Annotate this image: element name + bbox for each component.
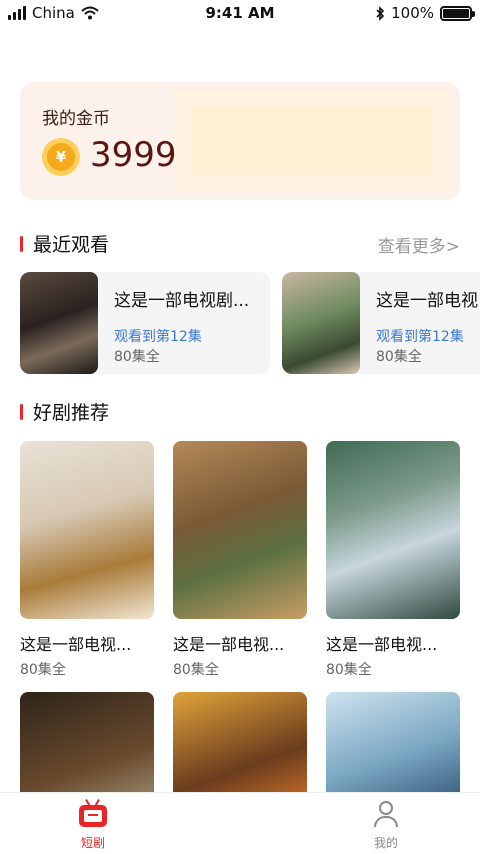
bluetooth-icon: [376, 5, 385, 21]
battery-icon: [440, 5, 475, 21]
recent-card[interactable]: 这是一部电视剧... 观看到第12集 80集全: [20, 272, 270, 374]
drama-name: 这是一部电视...: [173, 635, 285, 654]
recommend-title: 好剧推荐: [33, 402, 110, 424]
episode-count: 80集全: [376, 349, 422, 365]
drama-poster: [20, 441, 154, 619]
episode-count: 80集全: [20, 662, 66, 678]
watch-progress: 观看到第12集: [376, 329, 464, 345]
episode-count: 80集全: [114, 349, 160, 365]
tab-label: 我的: [373, 836, 398, 850]
recent-card[interactable]: 这是一部电视 观看到第12集 80集全: [282, 272, 480, 374]
watch-progress: 观看到第12集: [114, 329, 202, 345]
drama-card[interactable]: 这是一部电视... 80集全: [20, 441, 154, 679]
recommend-section-header: 好剧推荐: [20, 398, 109, 425]
drama-poster: [282, 272, 360, 374]
coin-balance: 3999: [90, 135, 177, 175]
wifi-icon: [81, 6, 99, 20]
tv-icon: [78, 799, 108, 829]
drama-card[interactable]: 这是一部电视... 80集全: [173, 441, 307, 679]
tab-label: 短剧: [80, 836, 105, 850]
recent-title: 最近观看: [33, 234, 110, 256]
drama-name: 这是一部电视: [376, 291, 478, 311]
coin-banner: [174, 90, 450, 192]
drama-poster: [173, 441, 307, 619]
drama-name: 这是一部电视...: [20, 635, 132, 654]
tab-bar: 短剧 我的: [0, 792, 480, 854]
episode-count: 80集全: [326, 662, 372, 678]
signal-icon: [8, 6, 26, 20]
coin-icon: ¥: [42, 138, 80, 176]
drama-poster: [326, 441, 460, 619]
section-marker: [20, 235, 23, 252]
drama-name: 这是一部电视剧...: [114, 291, 250, 311]
coin-title: 我的金币: [42, 109, 110, 129]
drama-name: 这是一部电视...: [326, 635, 438, 654]
tab-short-drama[interactable]: 短剧: [43, 799, 143, 851]
user-icon: [371, 799, 401, 829]
tab-mine[interactable]: 我的: [336, 799, 436, 851]
drama-card[interactable]: 这是一部电视... 80集全: [326, 441, 460, 679]
recent-section-header: 最近观看: [20, 230, 109, 257]
coin-card[interactable]: 我的金币 ¥ 3999: [20, 82, 460, 200]
battery-percent: 100%: [391, 4, 434, 22]
episode-count: 80集全: [173, 662, 219, 678]
carrier-label: China: [32, 4, 75, 22]
status-bar: China 9:41 AM 100%: [0, 0, 480, 28]
view-more-link[interactable]: 查看更多>: [378, 232, 460, 257]
drama-poster: [20, 272, 98, 374]
section-marker: [20, 403, 23, 420]
